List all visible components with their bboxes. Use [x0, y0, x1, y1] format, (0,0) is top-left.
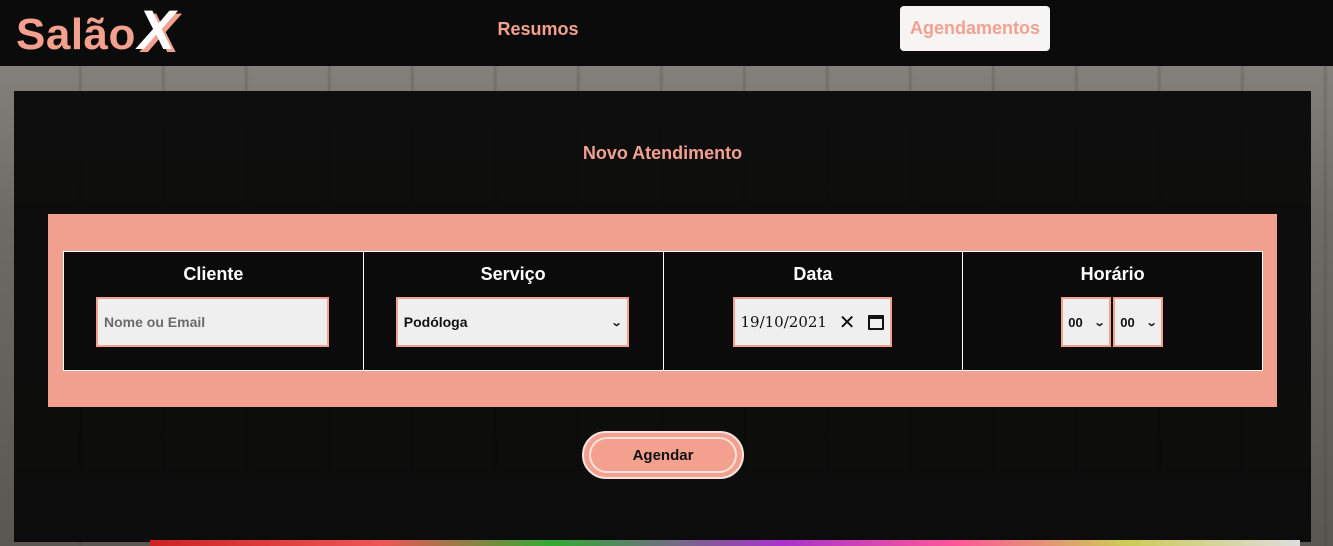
appointment-panel: Novo Atendimento Cliente Serviço Podólog…: [14, 91, 1311, 542]
servico-selected-value: Podóloga: [403, 314, 468, 330]
form-band: Cliente Serviço Podóloga ⌄ Data 19/10/20…: [48, 214, 1277, 407]
data-label: Data: [793, 264, 833, 284]
minute-select[interactable]: 00 ⌄: [1113, 297, 1164, 347]
agendar-button-label: Agendar: [589, 437, 737, 473]
chevron-down-icon: ⌄: [1093, 316, 1106, 329]
minute-value: 00: [1120, 314, 1135, 330]
hour-select[interactable]: 00 ⌄: [1061, 297, 1112, 347]
chevron-down-icon: ⌄: [610, 316, 623, 329]
date-value: 19/10/2021: [740, 313, 827, 331]
cliente-input[interactable]: [98, 299, 327, 345]
hour-value: 00: [1068, 314, 1083, 330]
horario-label: Horário: [1080, 264, 1145, 284]
cliente-input-wrapper: [96, 297, 329, 347]
close-icon[interactable]: ✕: [839, 312, 856, 332]
logo-mark: X: [137, 0, 176, 61]
form-fields-row: Cliente Serviço Podóloga ⌄ Data 19/10/20…: [63, 251, 1263, 371]
logo[interactable]: Salão X: [16, 2, 175, 62]
date-controls: ✕: [839, 312, 884, 332]
page-title: Novo Atendimento: [582, 143, 743, 163]
cliente-label: Cliente: [183, 264, 244, 284]
chevron-down-icon: ⌄: [1145, 316, 1158, 329]
agendar-button[interactable]: Agendar: [582, 431, 744, 479]
date-input[interactable]: 19/10/2021 ✕: [732, 297, 892, 347]
horario-cell: Horário 00 ⌄ 00 ⌄: [963, 252, 1262, 370]
top-navbar: Salão X Resumos Agendamentos: [0, 0, 1333, 66]
nav-link-resumos[interactable]: Resumos: [488, 10, 588, 48]
logo-text: Salão: [16, 10, 136, 59]
background-decoration: [150, 540, 1300, 546]
cliente-cell: Cliente: [64, 252, 364, 370]
data-cell: Data 19/10/2021 ✕: [663, 252, 964, 370]
servico-select[interactable]: Podóloga ⌄: [395, 297, 629, 347]
servico-cell: Serviço Podóloga ⌄: [363, 252, 664, 370]
nav-link-agendamentos[interactable]: Agendamentos: [900, 6, 1050, 51]
servico-label: Serviço: [480, 264, 546, 284]
calendar-icon[interactable]: [867, 314, 884, 330]
